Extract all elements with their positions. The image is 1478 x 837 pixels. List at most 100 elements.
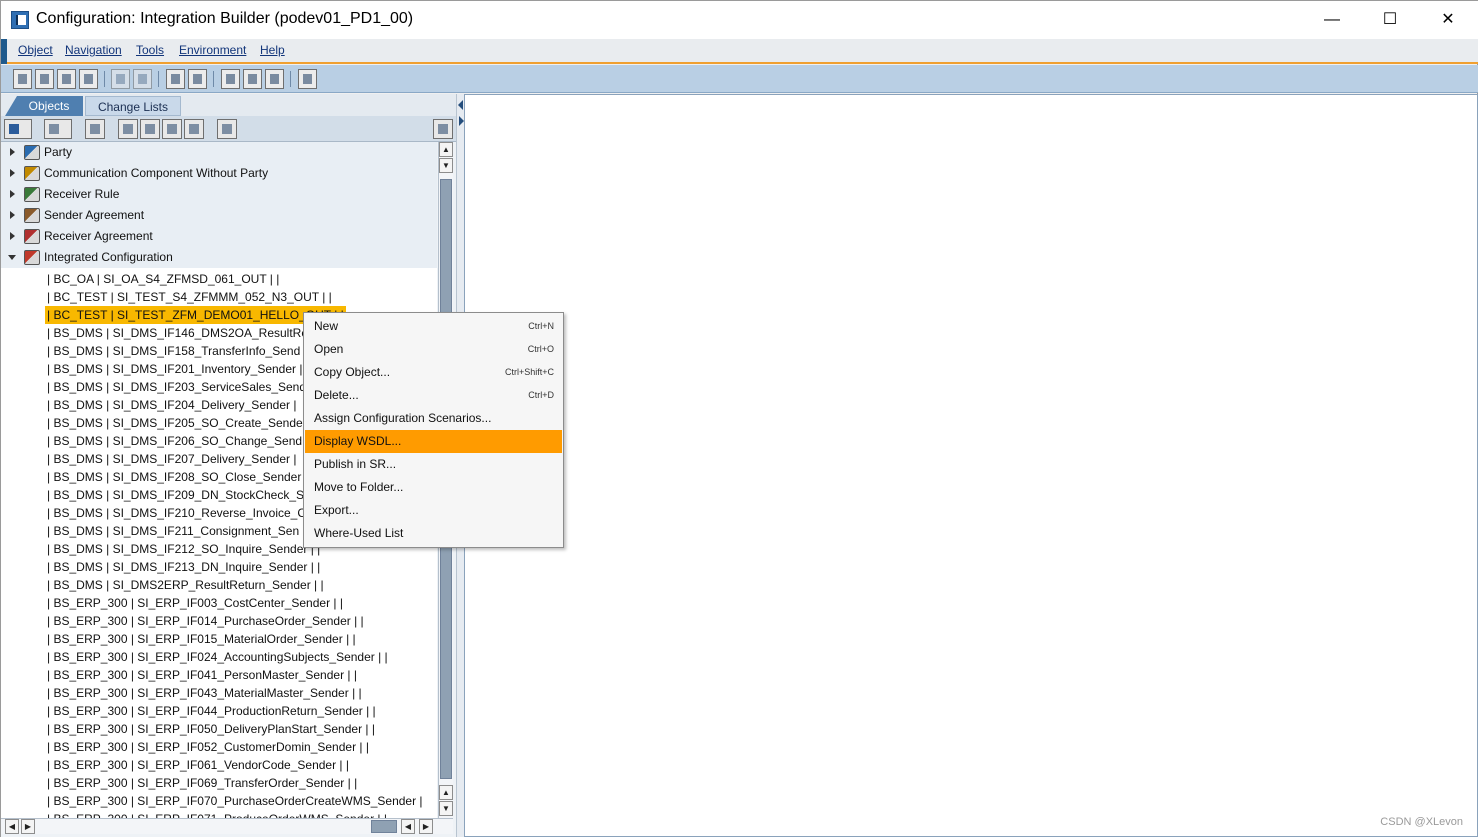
forward-arrow-icon[interactable] xyxy=(243,69,262,89)
tab-objects[interactable]: Objects xyxy=(5,96,83,116)
tree-item[interactable]: | BS_ERP_300 | SI_ERP_IF069_TransferOrde… xyxy=(45,774,359,792)
tree-item[interactable]: | BS_DMS | SI_DMS_IF158_TransferInfo_Sen… xyxy=(45,342,302,360)
tree-category[interactable]: Party xyxy=(1,142,437,163)
scroll-left-end-icon[interactable]: ◀ xyxy=(401,819,415,834)
tree-item[interactable]: | BC_OA | SI_OA_S4_ZFMSD_061_OUT | | xyxy=(45,270,281,288)
tree-item[interactable]: | BS_ERP_300 | SI_ERP_IF044_ProductionRe… xyxy=(45,702,378,720)
close-button[interactable]: ✕ xyxy=(1419,1,1477,39)
menu-item-assign-configuration-scenarios[interactable]: Assign Configuration Scenarios... xyxy=(305,407,562,430)
tree-item[interactable]: | BS_DMS | SI_DMS_IF146_DMS2OA_ResultRe xyxy=(45,324,310,342)
tree-item[interactable]: | BS_DMS | SI_DMS_IF210_Reverse_Invoice_… xyxy=(45,504,308,522)
move-down-icon[interactable] xyxy=(162,119,182,139)
menu-item-publish-in-sr[interactable]: Publish in SR... xyxy=(305,453,562,476)
tree-item[interactable]: | BS_ERP_300 | SI_ERP_IF014_PurchaseOrde… xyxy=(45,612,366,630)
tree-item[interactable]: | BS_DMS | SI_DMS_IF208_SO_Close_Sender xyxy=(45,468,303,486)
delete-icon[interactable] xyxy=(79,69,98,89)
tree-category[interactable]: Integrated Configuration xyxy=(1,247,437,268)
scroll-right-icon[interactable]: ▶ xyxy=(419,819,433,834)
tree-item[interactable]: | BC_TEST | SI_TEST_S4_ZFMMM_052_N3_OUT … xyxy=(45,288,334,306)
menu-item-where-used-list[interactable]: Where-Used List xyxy=(305,522,562,545)
scroll-down-small-icon[interactable]: ▼ xyxy=(439,158,453,173)
tree-category[interactable]: Receiver Rule xyxy=(1,184,437,205)
tree-item[interactable]: | BS_DMS | SI_DMS_IF201_Inventory_Sender… xyxy=(45,360,304,378)
tree-item[interactable]: | BS_ERP_300 | SI_ERP_IF003_CostCenter_S… xyxy=(45,594,345,612)
tree-item[interactable]: | BS_ERP_300 | SI_ERP_IF071_ProduceOrder… xyxy=(45,810,389,818)
move-up-icon[interactable] xyxy=(184,119,204,139)
tree-item[interactable]: | BS_DMS | SI_DMS_IF209_DN_StockCheck_S xyxy=(45,486,306,504)
menu-item-display-wsdl[interactable]: Display WSDL... xyxy=(305,430,562,453)
tree-item[interactable]: | BS_DMS | SI_DMS_IF205_SO_Create_Sende xyxy=(45,414,305,432)
tree-item[interactable]: | BS_ERP_300 | SI_ERP_IF015_MaterialOrde… xyxy=(45,630,358,648)
activate-icon[interactable] xyxy=(111,69,130,89)
tree-item[interactable]: | BS_ERP_300 | SI_ERP_IF061_VendorCode_S… xyxy=(45,756,351,774)
tab-change-lists[interactable]: Change Lists xyxy=(85,96,181,116)
collapsed-arrow-icon[interactable] xyxy=(10,148,15,156)
tree-item[interactable]: | BS_DMS | SI_DMS_IF204_Delivery_Sender … xyxy=(45,396,298,414)
help-icon[interactable] xyxy=(298,69,317,89)
watermark: CSDN @XLevon xyxy=(1380,816,1463,828)
tree-item[interactable]: | BS_ERP_300 | SI_ERP_IF052_CustomerDomi… xyxy=(45,738,371,756)
binoculars-icon[interactable] xyxy=(85,119,105,139)
release-icon[interactable] xyxy=(133,69,152,89)
toolbar-separator xyxy=(213,71,214,87)
minimize-button[interactable]: — xyxy=(1303,1,1361,39)
menu-item-delete[interactable]: Delete... Ctrl+D xyxy=(305,384,562,407)
menu-item-open[interactable]: Open Ctrl+O xyxy=(305,338,562,361)
menu-item-move-to-folder[interactable]: Move to Folder... xyxy=(305,476,562,499)
new-document-icon[interactable] xyxy=(13,69,32,89)
collapse-all-icon[interactable] xyxy=(140,119,160,139)
tree-toolbar xyxy=(1,116,456,142)
tree-item[interactable]: | BS_ERP_300 | SI_ERP_IF041_PersonMaster… xyxy=(45,666,359,684)
main-toolbar xyxy=(1,65,1478,93)
expand-all-icon[interactable] xyxy=(118,119,138,139)
scroll-down-icon[interactable]: ▼ xyxy=(439,801,453,816)
tree-item[interactable]: | BS_ERP_300 | SI_ERP_IF043_MaterialMast… xyxy=(45,684,364,702)
copy-icon[interactable] xyxy=(57,69,76,89)
filter-icon[interactable] xyxy=(217,119,237,139)
refresh-dropdown-icon[interactable] xyxy=(4,119,32,139)
tree-item[interactable]: | BS_ERP_300 | SI_ERP_IF050_DeliveryPlan… xyxy=(45,720,377,738)
menu-environment[interactable]: Environment xyxy=(179,43,246,57)
menu-item-copy-object[interactable]: Copy Object... Ctrl+Shift+C xyxy=(305,361,562,384)
tree-item[interactable]: | BS_DMS | SI_DMS_IF213_DN_Inquire_Sende… xyxy=(45,558,322,576)
open-folder-icon[interactable] xyxy=(35,69,54,89)
menu-item-new[interactable]: New Ctrl+N xyxy=(305,315,562,338)
menu-object[interactable]: Object xyxy=(18,43,53,57)
collapsed-arrow-icon[interactable] xyxy=(10,190,15,198)
collapse-left-icon[interactable] xyxy=(458,100,463,110)
back-arrow-icon[interactable] xyxy=(221,69,240,89)
collapsed-arrow-icon[interactable] xyxy=(10,169,15,177)
scroll-left-icon[interactable]: ◀ xyxy=(5,819,19,834)
tree-item[interactable]: | BS_DMS | SI_DMS_IF206_SO_Change_Send xyxy=(45,432,304,450)
maximize-panel-icon[interactable] xyxy=(433,119,453,139)
menu-item-export[interactable]: Export... xyxy=(305,499,562,522)
tree-category[interactable]: Communication Component Without Party xyxy=(1,163,437,184)
tree-item[interactable]: | BS_DMS | SI_DMS_IF212_SO_Inquire_Sende… xyxy=(45,540,322,558)
tree-item-selected[interactable]: | BC_TEST | SI_TEST_ZFM_DEMO01_HELLO_OUT… xyxy=(45,306,346,324)
tree-category[interactable]: Receiver Agreement xyxy=(1,226,437,247)
list-view-icon[interactable] xyxy=(265,69,284,89)
tree-item[interactable]: | BS_DMS | SI_DMS_IF211_Consignment_Sen xyxy=(45,522,301,540)
menu-tools[interactable]: Tools xyxy=(136,43,164,57)
horizontal-scroll-thumb[interactable] xyxy=(371,820,397,833)
party-icon xyxy=(24,145,40,160)
tree-item[interactable]: | BS_DMS | SI_DMS_IF203_ServiceSales_Sen… xyxy=(45,378,308,396)
tree-item[interactable]: | BS_ERP_300 | SI_ERP_IF024_AccountingSu… xyxy=(45,648,390,666)
scroll-up-icon[interactable]: ▲ xyxy=(439,142,453,157)
expanded-arrow-icon[interactable] xyxy=(8,255,16,260)
view-dropdown-icon[interactable] xyxy=(44,119,72,139)
collapsed-arrow-icon[interactable] xyxy=(10,232,15,240)
menu-navigation[interactable]: Navigation xyxy=(65,43,122,57)
menu-help[interactable]: Help xyxy=(260,43,285,57)
tree-category[interactable]: Sender Agreement xyxy=(1,205,437,226)
hierarchy-icon[interactable] xyxy=(166,69,185,89)
horizontal-scrollbar[interactable]: ◀ ▶ ◀ ▶ xyxy=(1,818,453,834)
tree-item[interactable]: | BS_DMS | SI_DMS2ERP_ResultReturn_Sende… xyxy=(45,576,326,594)
tree-item[interactable]: | BS_ERP_300 | SI_ERP_IF070_PurchaseOrde… xyxy=(45,792,425,810)
maximize-button[interactable]: ☐ xyxy=(1361,1,1419,39)
scroll-up-bottom-icon[interactable]: ▲ xyxy=(439,785,453,800)
scroll-right-small-icon[interactable]: ▶ xyxy=(21,819,35,834)
settings-icon[interactable] xyxy=(188,69,207,89)
tree-item[interactable]: | BS_DMS | SI_DMS_IF207_Delivery_Sender … xyxy=(45,450,298,468)
collapsed-arrow-icon[interactable] xyxy=(10,211,15,219)
